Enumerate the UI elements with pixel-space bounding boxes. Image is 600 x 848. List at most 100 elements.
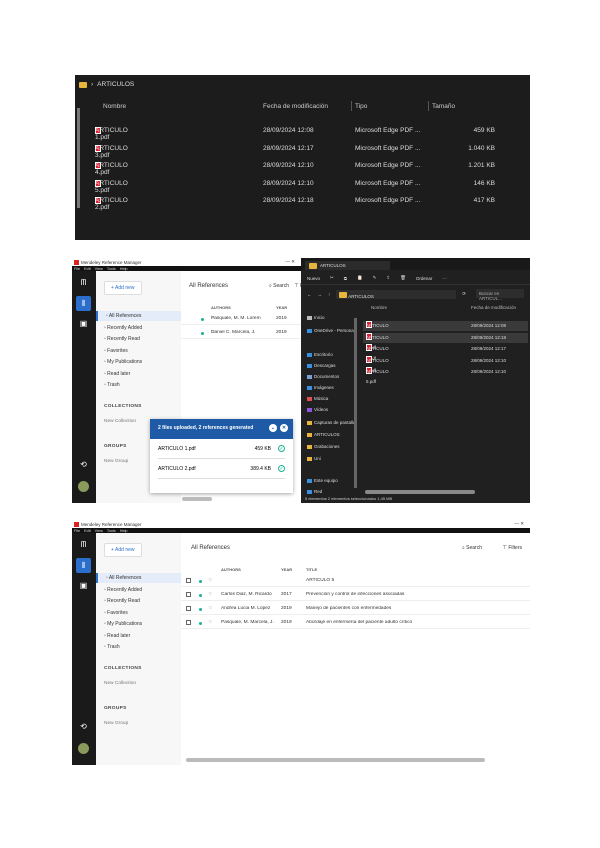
table-row[interactable]: ☆ ARTICULO 5 [181,576,530,587]
file-row[interactable]: ARTICULO 1.pdf 28/09/2024 12:08 Microsof… [75,127,530,141]
new-group-link[interactable]: New Group [104,721,128,726]
share-icon[interactable]: ⇪ [386,275,390,281]
menu-item[interactable]: File [74,529,80,533]
column-header[interactable]: YEAR [281,567,292,572]
table-row[interactable]: ☆ Daniel C. Marcela, J. 2019 [181,328,301,339]
rename-icon[interactable]: ✎ [373,275,377,281]
refresh-icon[interactable]: ⟳ [462,291,466,297]
sidebar-item[interactable]: ▫ All References [96,573,181,583]
nav-item[interactable]: Vídeos [307,405,357,414]
horizontal-scrollbar[interactable] [182,497,212,501]
add-new-button[interactable]: + Add new [104,543,142,557]
back-icon[interactable]: ← [307,292,312,297]
column-header[interactable]: YEAR [276,305,287,310]
file-row[interactable]: ARTICULO 2.pdf28/09/2024 12:18 [363,332,528,350]
row-checkbox[interactable] [186,592,191,597]
new-collection-link[interactable]: New Collection [104,681,136,686]
sync-icon[interactable]: ⟲ [76,457,91,472]
file-row[interactable]: ARTICULO 4.pdf 28/09/2024 12:10 Microsof… [75,162,530,176]
menu-item[interactable]: Edit [84,267,91,271]
column-date[interactable]: Fecha de modificación [263,103,328,110]
sync-icon[interactable]: ⟲ [76,719,91,734]
search-button[interactable]: ⌕ Search [462,545,482,551]
column-name[interactable]: Nombre [371,305,387,310]
nav-item[interactable]: Documentos [307,372,357,381]
table-row[interactable]: ☆ Pasquale, M. Marcela, J. 2019 Abordaje… [181,618,530,629]
file-row[interactable]: ARTICULO 3.pdf 28/09/2024 12:17 Microsof… [75,144,530,159]
tab-articulos[interactable]: ARTICULOS [305,261,390,270]
delete-icon[interactable]: 🗑 [400,275,406,281]
avatar[interactable] [78,481,89,492]
search-button[interactable]: ⌕ Search [269,283,289,289]
new-group-link[interactable]: New Group [104,459,128,464]
menu-item[interactable]: Edit [84,529,91,533]
row-checkbox[interactable] [186,606,191,611]
sidebar-item[interactable]: ▫ Trash [96,380,181,390]
notebook-icon[interactable]: ▣ [76,578,91,593]
nav-item[interactable]: Música [307,394,357,403]
nav-item[interactable]: ARTICULOS [307,430,357,439]
star-icon[interactable]: ☆ [208,620,212,625]
filters-button[interactable]: ⊤ F [294,283,301,289]
up-icon[interactable]: ↑ [328,292,330,297]
column-date[interactable]: Fecha de modificación [471,305,516,310]
cut-icon[interactable]: ✂ [330,275,334,281]
nav-item[interactable]: Este equipo [307,476,357,485]
nav-item[interactable]: Inicio [307,313,357,322]
column-name[interactable]: Nombre [103,103,126,110]
sidebar-item[interactable]: ▫ Trash [96,642,181,652]
table-row[interactable]: ☆ Pasquale, M. M. Lorem 2019 [181,314,301,325]
library-icon[interactable]: ⫴ [76,296,91,311]
collapse-icon[interactable]: ⌄ [269,424,277,432]
nav-item[interactable]: Uni [307,454,357,463]
file-row[interactable]: ARTICULO 2.pdf 28/09/2024 12:18 Microsof… [75,197,530,211]
close-icon[interactable]: ✕ [280,424,288,432]
new-collection-link[interactable]: New Collection [104,419,136,424]
sort-button[interactable]: Ordenar [416,276,433,281]
column-size[interactable]: Tamaño [432,103,455,110]
star-icon[interactable]: ☆ [208,578,212,583]
row-checkbox[interactable] [186,578,191,583]
nav-item[interactable]: OneDrive - Personal [307,326,357,335]
window-controls[interactable]: — ✕ [514,521,524,527]
sidebar-item[interactable]: ▫ Recently Added [96,323,181,333]
notebook-icon[interactable]: ▣ [76,316,91,331]
nav-item[interactable]: Imágenes [307,383,357,392]
sidebar-item[interactable]: ▫ Read later [96,369,181,379]
sidebar-item[interactable]: ▫ Recently Read [96,334,181,344]
nav-item[interactable]: Escritorio [307,350,357,359]
avatar[interactable] [78,743,89,754]
menu-item[interactable]: View [95,529,103,533]
address-input[interactable]: ARTICULOS [336,289,457,299]
forward-icon[interactable]: → [318,292,323,297]
copy-icon[interactable]: ⧉ [344,276,347,281]
add-new-button[interactable]: + Add new [104,281,142,295]
star-icon[interactable]: ☆ [208,606,212,611]
menu-item[interactable]: Help [120,267,128,271]
nav-item[interactable]: Red [307,487,357,496]
menu-item[interactable]: Help [120,529,128,533]
file-row[interactable]: ARTICULO 3.pdf28/09/2024 12:17 [363,344,528,361]
sidebar-item[interactable]: ▫ Read later [96,631,181,641]
sidebar-item[interactable]: ▫ My Publications [96,619,181,629]
menu-item[interactable]: Tools [107,267,116,271]
star-icon[interactable]: ☆ [208,592,212,597]
sidebar-item[interactable]: ▫ Recently Read [96,596,181,606]
horizontal-scrollbar[interactable] [365,490,475,494]
file-row[interactable]: ARTICULO 5.pdf 28/09/2024 12:10 [363,367,528,384]
more-button[interactable]: ··· [442,276,447,281]
sidebar-item[interactable]: ▫ Recently Added [96,585,181,595]
library-icon[interactable]: ⫴ [76,558,91,573]
table-row[interactable]: ☆ Carlos Diaz, M. Ricardo 2017 Prevenció… [181,590,530,601]
sidebar-item[interactable]: ▫ Favorites [96,608,181,618]
row-checkbox[interactable] [186,620,191,625]
sidebar-item[interactable]: ▫ All References [96,311,181,321]
nav-item[interactable]: Capturas de pantalla [307,418,357,427]
menu-item[interactable]: View [95,267,103,271]
scrollbar[interactable] [354,318,357,488]
menu-item[interactable]: Tools [107,529,116,533]
paste-icon[interactable]: 📋 [357,275,363,281]
nav-item[interactable]: Descargas [307,361,357,370]
breadcrumb[interactable]: › ARTICULOS [79,81,134,88]
scrollbar[interactable] [77,108,80,208]
